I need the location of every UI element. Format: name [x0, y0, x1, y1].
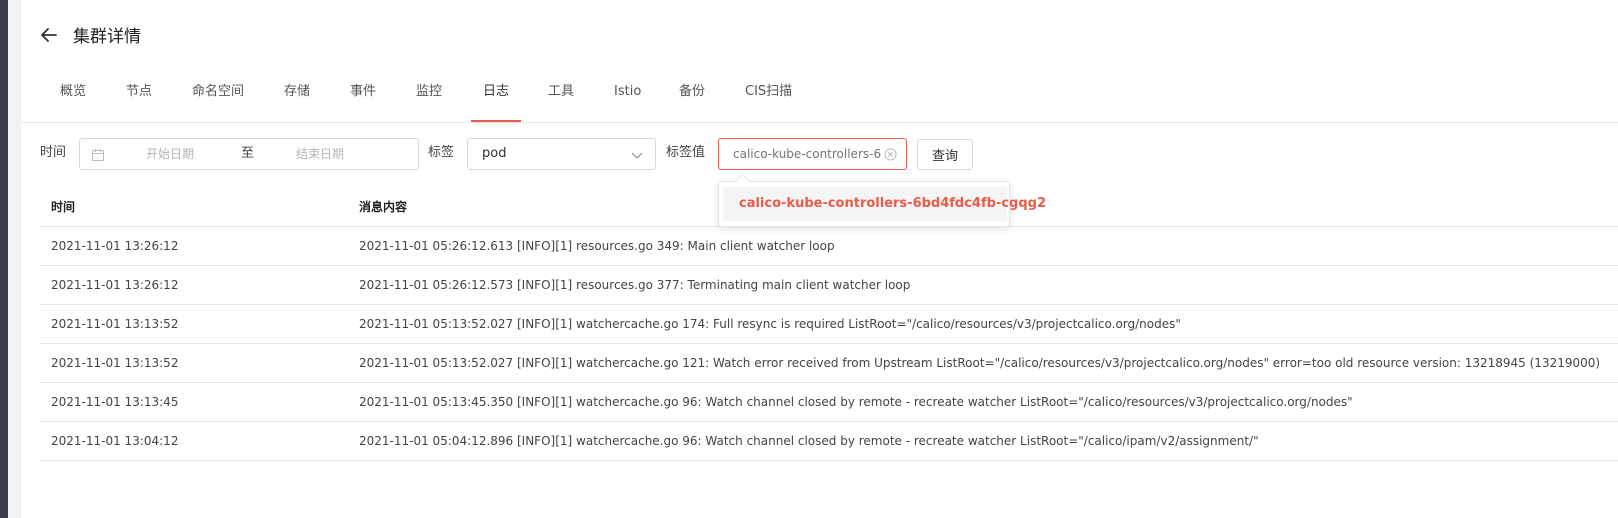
calendar-icon — [91, 148, 105, 162]
row-message: 2021-11-01 05:26:12.613 [INFO][1] resour… — [359, 239, 835, 253]
left-sidebar-edge — [0, 0, 8, 518]
row-message: 2021-11-01 05:04:12.896 [INFO][1] watche… — [359, 434, 1259, 448]
tag-value-label: 标签值 — [666, 145, 706, 160]
page-title: 集群详情 — [73, 27, 141, 47]
tag-label: 标签 — [428, 145, 455, 160]
chevron-down-icon — [631, 149, 643, 159]
table-row: 2021-11-01 13:26:12 2021-11-01 05:26:12.… — [40, 227, 1618, 266]
column-header-message: 消息内容 — [359, 200, 408, 214]
table-row: 2021-11-01 13:26:12 2021-11-01 05:26:12.… — [40, 266, 1618, 305]
log-filter-bar: 时间 开始日期 至 结束日期 标签 pod 标签值 查询 — [21, 138, 1021, 170]
tab-istio[interactable]: Istio — [614, 70, 641, 122]
time-label: 时间 — [40, 145, 67, 160]
table-row: 2021-11-01 13:13:52 2021-11-01 05:13:52.… — [40, 344, 1618, 383]
tab-backup[interactable]: 备份 — [679, 70, 705, 122]
tab-events[interactable]: 事件 — [350, 70, 376, 122]
tab-cis-scan[interactable]: CIS扫描 — [745, 70, 792, 122]
column-header-time: 时间 — [51, 200, 76, 214]
row-time: 2021-11-01 13:13:52 — [51, 356, 179, 370]
end-date-input[interactable]: 结束日期 — [296, 139, 344, 169]
start-date-input[interactable]: 开始日期 — [146, 139, 194, 169]
back-arrow-icon[interactable] — [41, 26, 59, 44]
tag-select[interactable]: pod — [467, 138, 656, 170]
row-message: 2021-11-01 05:13:52.027 [INFO][1] watche… — [359, 356, 1601, 370]
tab-storage[interactable]: 存储 — [284, 70, 310, 122]
tag-value-field[interactable] — [718, 138, 907, 170]
tab-tools[interactable]: 工具 — [548, 70, 574, 122]
tab-logs[interactable]: 日志 — [470, 70, 522, 122]
date-range-picker[interactable]: 开始日期 至 结束日期 — [79, 138, 419, 170]
row-time: 2021-11-01 13:04:12 — [51, 434, 179, 448]
range-separator: 至 — [241, 146, 255, 161]
row-time: 2021-11-01 13:26:12 — [51, 239, 179, 253]
clear-icon[interactable] — [884, 148, 897, 161]
tag-value-input[interactable] — [719, 139, 881, 169]
row-time: 2021-11-01 13:13:52 — [51, 317, 179, 331]
detail-tabs: 概览 节点 命名空间 存储 事件 监控 日志 工具 Istio 备份 CIS扫描 — [21, 70, 1618, 123]
tag-select-value: pod — [482, 146, 507, 161]
row-message: 2021-11-01 05:26:12.573 [INFO][1] resour… — [359, 278, 911, 292]
page-header: 集群详情 — [41, 22, 141, 47]
row-message: 2021-11-01 05:13:52.027 [INFO][1] watche… — [359, 317, 1181, 331]
tab-nodes[interactable]: 节点 — [126, 70, 152, 122]
table-row: 2021-11-01 13:13:45 2021-11-01 05:13:45.… — [40, 383, 1618, 422]
row-time: 2021-11-01 13:13:45 — [51, 395, 179, 409]
tab-namespaces[interactable]: 命名空间 — [192, 70, 244, 122]
dropdown-option[interactable]: calico-kube-controllers-6bd4fdc4fb-cgqg2 — [723, 187, 1046, 221]
query-button[interactable]: 查询 — [917, 139, 973, 170]
table-row: 2021-11-01 13:04:12 2021-11-01 05:04:12.… — [40, 422, 1618, 461]
tab-overview[interactable]: 概览 — [60, 70, 86, 122]
log-table: 时间 消息内容 2021-11-01 13:26:12 2021-11-01 0… — [40, 188, 1618, 461]
left-gutter — [8, 0, 21, 518]
table-row: 2021-11-01 13:13:52 2021-11-01 05:13:52.… — [40, 305, 1618, 344]
cluster-detail-panel: 集群详情 概览 节点 命名空间 存储 事件 监控 日志 工具 Istio 备份 … — [21, 0, 1618, 518]
row-time: 2021-11-01 13:26:12 — [51, 278, 179, 292]
tag-value-dropdown: calico-kube-controllers-6bd4fdc4fb-cgqg2 — [718, 181, 1046, 227]
tab-monitoring[interactable]: 监控 — [416, 70, 442, 122]
row-message: 2021-11-01 05:13:45.350 [INFO][1] watche… — [359, 395, 1353, 409]
